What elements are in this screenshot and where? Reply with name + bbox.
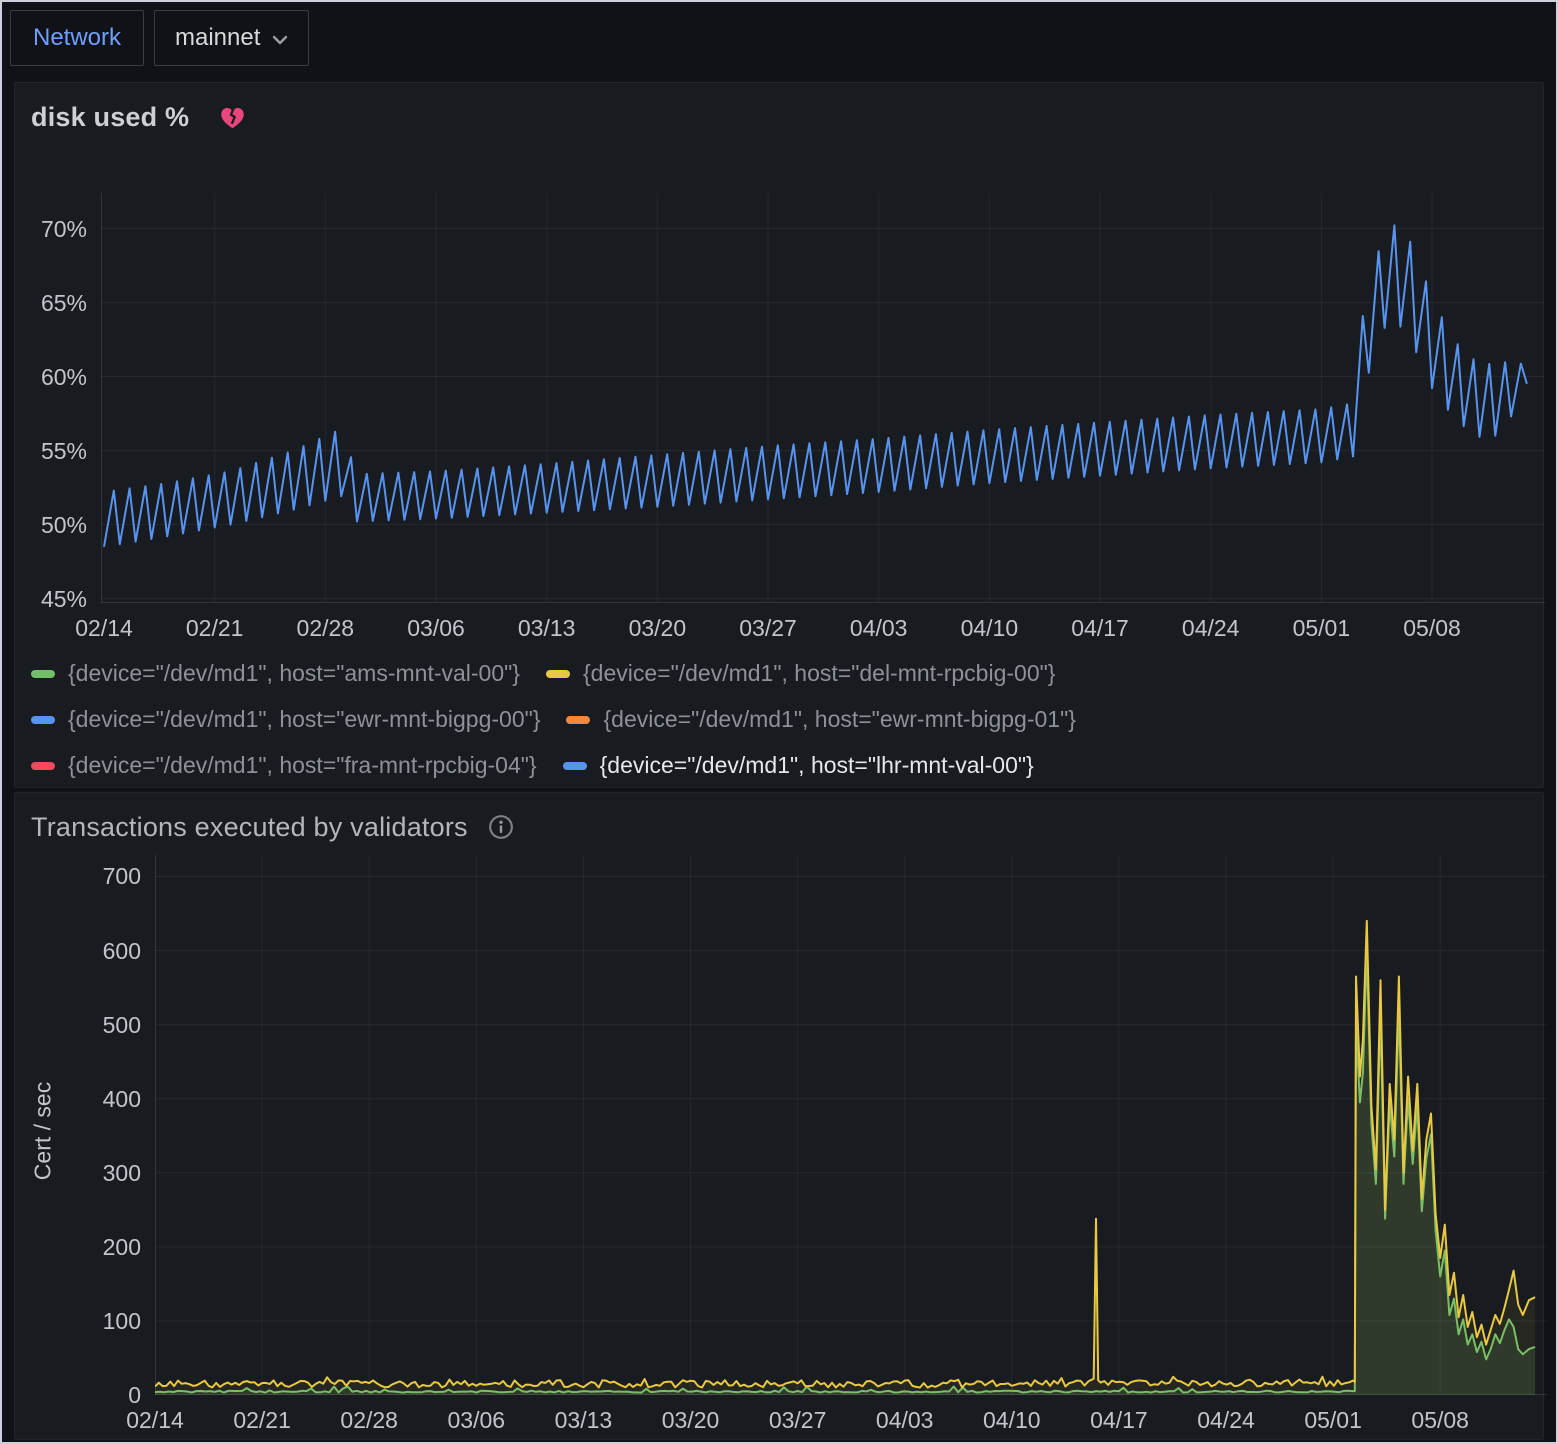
legend-item[interactable]: {device="/dev/md1", host="ams-mnt-val-00…: [31, 659, 520, 688]
y-tick-label: 70%: [9, 216, 87, 242]
chevron-down-icon: [272, 24, 288, 52]
legend-item[interactable]: {device="/dev/md1", host="ewr-mnt-bigpg-…: [566, 705, 1075, 734]
variable-label: Network: [33, 24, 121, 52]
legend-label: {device="/dev/md1", host="ewr-mnt-bigpg-…: [68, 706, 540, 733]
x-tick-label: 04/10: [957, 1407, 1067, 1433]
x-tick-label: 04/10: [934, 615, 1044, 641]
y-tick-label: 50%: [9, 512, 87, 538]
y-tick-label: 500: [63, 1012, 141, 1038]
x-tick-label: 04/03: [850, 1407, 960, 1433]
y-tick-label: 300: [63, 1160, 141, 1186]
x-tick-label: 04/17: [1045, 615, 1155, 641]
x-tick-label: 03/27: [743, 1407, 853, 1433]
x-tick-label: 03/06: [421, 1407, 531, 1433]
legend-swatch: [31, 762, 55, 770]
panel-transactions-header: Transactions executed by validators: [31, 807, 514, 847]
y-tick-label: 60%: [9, 364, 87, 390]
legend-swatch: [31, 670, 55, 678]
tx-validators-series-yellow-line: [155, 921, 1535, 1388]
y-tick-label: 0: [63, 1382, 141, 1408]
y-tick-label: 100: [63, 1308, 141, 1334]
panel-disk-used: disk used % {device="/dev/md1", host="am…: [14, 82, 1544, 788]
variable-label-box: Network: [10, 10, 144, 66]
panel-disk-used-header: disk used %: [31, 97, 246, 137]
legend-label: {device="/dev/md1", host="fra-mnt-rpcbig…: [68, 752, 537, 779]
legend-swatch: [563, 762, 587, 770]
x-tick-label: 02/14: [49, 615, 159, 641]
y-tick-label: 45%: [9, 586, 87, 612]
legend-swatch: [31, 716, 55, 724]
legend-item[interactable]: {device="/dev/md1", host="ewr-mnt-bigpg-…: [31, 705, 540, 734]
legend-swatch: [566, 716, 590, 724]
info-icon[interactable]: [488, 814, 514, 840]
x-tick-label: 05/01: [1266, 615, 1376, 641]
x-tick-label: 03/06: [381, 615, 491, 641]
x-tick-label: 03/20: [636, 1407, 746, 1433]
disk-chart[interactable]: [101, 193, 1545, 603]
x-tick-label: 05/01: [1278, 1407, 1388, 1433]
disk-chart-legend: {device="/dev/md1", host="ams-mnt-val-00…: [31, 659, 1537, 780]
x-tick-label: 02/28: [270, 615, 380, 641]
tx-validators-series-green-line: [155, 951, 1535, 1393]
tx-chart[interactable]: [155, 855, 1547, 1395]
legend-item[interactable]: {device="/dev/md1", host="lhr-mnt-val-00…: [563, 751, 1034, 780]
x-tick-label: 05/08: [1377, 615, 1487, 641]
x-tick-label: 04/24: [1156, 615, 1266, 641]
x-tick-label: 02/14: [100, 1407, 210, 1433]
x-tick-label: 03/20: [602, 615, 712, 641]
disk-used-svg[interactable]: [101, 193, 1545, 603]
legend-label: {device="/dev/md1", host="ewr-mnt-bigpg-…: [603, 706, 1075, 733]
x-tick-label: 02/21: [160, 615, 270, 641]
x-tick-label: 03/13: [528, 1407, 638, 1433]
y-axis-title: Cert / sec: [30, 1082, 57, 1180]
x-tick-label: 03/27: [713, 615, 823, 641]
disk-used-series-{device="/dev/md1", host="lhr-mnt-val-00"}-line: [104, 225, 1527, 546]
panel-title[interactable]: disk used %: [31, 102, 189, 133]
legend-item[interactable]: {device="/dev/md1", host="del-mnt-rpcbig…: [546, 659, 1055, 688]
legend-item[interactable]: {device="/dev/md1", host="fra-mnt-rpcbig…: [31, 751, 537, 780]
x-tick-label: 05/08: [1385, 1407, 1495, 1433]
x-tick-label: 04/03: [824, 615, 934, 641]
x-tick-label: 04/24: [1171, 1407, 1281, 1433]
panel-title[interactable]: Transactions executed by validators: [31, 812, 468, 843]
x-tick-label: 04/17: [1064, 1407, 1174, 1433]
variable-value-dropdown[interactable]: mainnet: [154, 10, 309, 66]
y-tick-label: 55%: [9, 438, 87, 464]
y-tick-label: 600: [63, 938, 141, 964]
y-tick-label: 400: [63, 1086, 141, 1112]
legend-swatch: [546, 670, 570, 678]
y-tick-label: 700: [63, 863, 141, 889]
tx-validators-svg[interactable]: [155, 855, 1547, 1395]
x-tick-label: 03/13: [492, 615, 602, 641]
heart-break-icon: [219, 105, 246, 130]
top-bar: Network mainnet: [0, 0, 1558, 80]
tx-validators-series-yellow-fill: [155, 921, 1535, 1395]
panel-transactions: Transactions executed by validators Cert…: [14, 792, 1544, 1440]
x-tick-label: 02/21: [207, 1407, 317, 1433]
variable-value: mainnet: [175, 24, 260, 52]
y-tick-label: 200: [63, 1234, 141, 1260]
y-tick-label: 65%: [9, 290, 87, 316]
legend-label: {device="/dev/md1", host="del-mnt-rpcbig…: [583, 660, 1055, 687]
legend-label: {device="/dev/md1", host="lhr-mnt-val-00…: [600, 752, 1034, 779]
legend-label: {device="/dev/md1", host="ams-mnt-val-00…: [68, 660, 520, 687]
x-tick-label: 02/28: [314, 1407, 424, 1433]
